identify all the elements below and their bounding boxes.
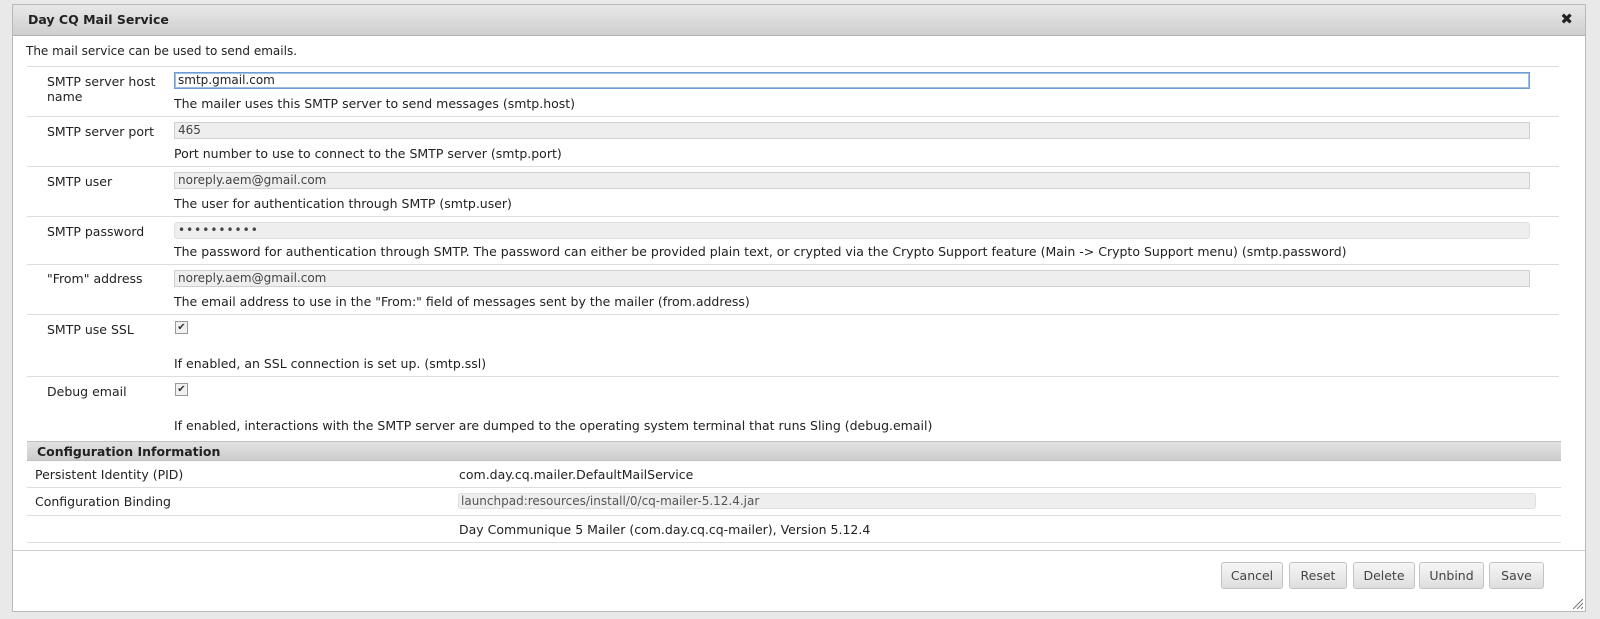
dialog-title: Day CQ Mail Service [28, 12, 169, 27]
binding-label: Configuration Binding [35, 494, 171, 509]
smtp-password-field[interactable]: •••••••••• [174, 222, 1530, 239]
smtp-ssl-checkbox[interactable]: ✔ [175, 321, 188, 334]
row-smtp-port: SMTP server port 465 Port number to use … [27, 117, 1559, 167]
row-debug-email: Debug email ✔ If enabled, interactions w… [27, 377, 1559, 438]
help-smtp-host: The mailer uses this SMTP server to send… [174, 96, 576, 111]
row-bundle: Day Communique 5 Mailer (com.day.cq.cq-m… [27, 516, 1561, 543]
label-smtp-ssl: SMTP use SSL [47, 322, 134, 337]
row-smtp-password: SMTP password •••••••••• The password fo… [27, 217, 1559, 265]
dialog-description: The mail service can be used to send ema… [26, 44, 298, 58]
close-icon[interactable]: ✖ [1560, 10, 1573, 28]
smtp-user-field[interactable]: noreply.aem@gmail.com [174, 172, 1530, 189]
help-smtp-port: Port number to use to connect to the SMT… [174, 146, 562, 161]
config-form: SMTP server host name smtp.gmail.com The… [27, 66, 1559, 438]
label-debug-email: Debug email [47, 384, 127, 399]
config-dialog: Day CQ Mail Service ✖ The mail service c… [12, 4, 1586, 612]
help-smtp-user: The user for authentication through SMTP… [174, 196, 512, 211]
bundle-value: Day Communique 5 Mailer (com.day.cq.cq-m… [459, 522, 871, 537]
smtp-host-field[interactable]: smtp.gmail.com [174, 72, 1530, 89]
delete-button[interactable]: Delete [1353, 562, 1415, 589]
help-smtp-ssl: If enabled, an SSL connection is set up.… [174, 356, 487, 371]
from-address-field[interactable]: noreply.aem@gmail.com [174, 270, 1530, 287]
pid-label: Persistent Identity (PID) [35, 467, 184, 482]
dialog-titlebar[interactable]: Day CQ Mail Service ✖ [13, 5, 1585, 36]
row-smtp-ssl: SMTP use SSL ✔ If enabled, an SSL connec… [27, 315, 1559, 377]
label-smtp-port: SMTP server port [47, 124, 155, 139]
row-binding: Configuration Binding launchpad:resource… [27, 488, 1561, 516]
help-from-address: The email address to use in the "From:" … [174, 294, 750, 309]
footer-divider [13, 550, 1585, 551]
help-smtp-password: The password for authentication through … [174, 244, 1347, 259]
label-smtp-user: SMTP user [47, 174, 113, 189]
cancel-button[interactable]: Cancel [1221, 562, 1283, 589]
help-debug-email: If enabled, interactions with the SMTP s… [174, 418, 933, 433]
pid-value: com.day.cq.mailer.DefaultMailService [459, 467, 694, 482]
row-pid: Persistent Identity (PID) com.day.cq.mai… [27, 461, 1561, 488]
label-smtp-host: SMTP server host name [47, 74, 156, 104]
unbind-button[interactable]: Unbind [1419, 562, 1484, 589]
config-info-heading: Configuration Information [37, 444, 221, 459]
debug-email-checkbox[interactable]: ✔ [175, 383, 188, 396]
save-button[interactable]: Save [1489, 562, 1544, 589]
label-smtp-password: SMTP password [47, 224, 145, 239]
config-info-header: Configuration Information [27, 441, 1561, 461]
label-from-address: "From" address [47, 271, 143, 286]
reset-button[interactable]: Reset [1289, 562, 1347, 589]
row-smtp-user: SMTP user noreply.aem@gmail.com The user… [27, 167, 1559, 217]
smtp-port-field[interactable]: 465 [174, 122, 1530, 139]
row-smtp-host: SMTP server host name smtp.gmail.com The… [27, 67, 1559, 117]
row-from-address: "From" address noreply.aem@gmail.com The… [27, 265, 1559, 315]
binding-field: launchpad:resources/install/0/cq-mailer-… [458, 493, 1536, 509]
resize-grip-icon[interactable] [1571, 597, 1583, 609]
